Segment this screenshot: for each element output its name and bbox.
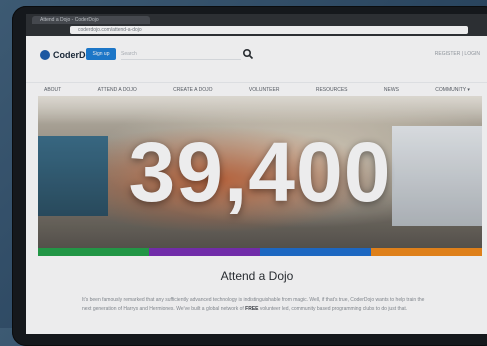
nav-item-create-a-dojo[interactable]: CREATE A DOJO bbox=[173, 87, 212, 93]
browser-toolbar: Attend a Dojo - CoderDojo coderdojo.com/… bbox=[26, 14, 487, 36]
color-strip-segment bbox=[38, 248, 149, 256]
site-header: CoderDojo Sign up Search REGISTER | LOGI… bbox=[26, 36, 487, 80]
intro-line-1: It's been famously remarked that any suf… bbox=[82, 297, 349, 303]
color-strip-segment bbox=[371, 248, 482, 256]
intro-paragraph: It's been famously remarked that any suf… bbox=[82, 296, 432, 314]
intro-line-2-suffix: volunteer bbox=[258, 306, 281, 312]
signup-button[interactable]: Sign up bbox=[86, 48, 116, 60]
color-strip-segment bbox=[260, 248, 371, 256]
main-nav: ABOUT ATTEND A DOJO CREATE A DOJO VOLUNT… bbox=[26, 82, 487, 96]
nav-item-about[interactable]: ABOUT bbox=[44, 87, 61, 93]
color-strip-segment bbox=[149, 248, 260, 256]
nav-item-news[interactable]: NEWS bbox=[384, 87, 399, 93]
nav-item-attend-a-dojo[interactable]: ATTEND A DOJO bbox=[98, 87, 137, 93]
search-icon[interactable] bbox=[242, 48, 254, 60]
nav-item-volunteer[interactable]: VOLUNTEER bbox=[249, 87, 280, 93]
color-strip bbox=[38, 248, 482, 256]
section-title: Attend a Dojo bbox=[220, 269, 294, 283]
search-input[interactable]: Search bbox=[121, 49, 241, 60]
nav-item-community[interactable]: COMMUNITY ▾ bbox=[435, 87, 470, 93]
intro-line-2-bold: FREE bbox=[245, 306, 259, 312]
logo-icon bbox=[40, 50, 50, 60]
hero-image: 39,400 bbox=[38, 96, 482, 248]
address-bar[interactable]: coderdojo.com/attend-a-dojo bbox=[70, 26, 468, 34]
nav-item-resources[interactable]: RESOURCES bbox=[316, 87, 348, 93]
browser-tab[interactable]: Attend a Dojo - CoderDojo bbox=[32, 16, 150, 24]
intro-line-3: led, community based programming clubs t… bbox=[281, 306, 408, 312]
account-links[interactable]: REGISTER | LOGIN bbox=[435, 51, 480, 57]
laptop-screen: Attend a Dojo - CoderDojo coderdojo.com/… bbox=[26, 14, 487, 334]
hero-stat-number: 39,400 bbox=[128, 124, 392, 219]
